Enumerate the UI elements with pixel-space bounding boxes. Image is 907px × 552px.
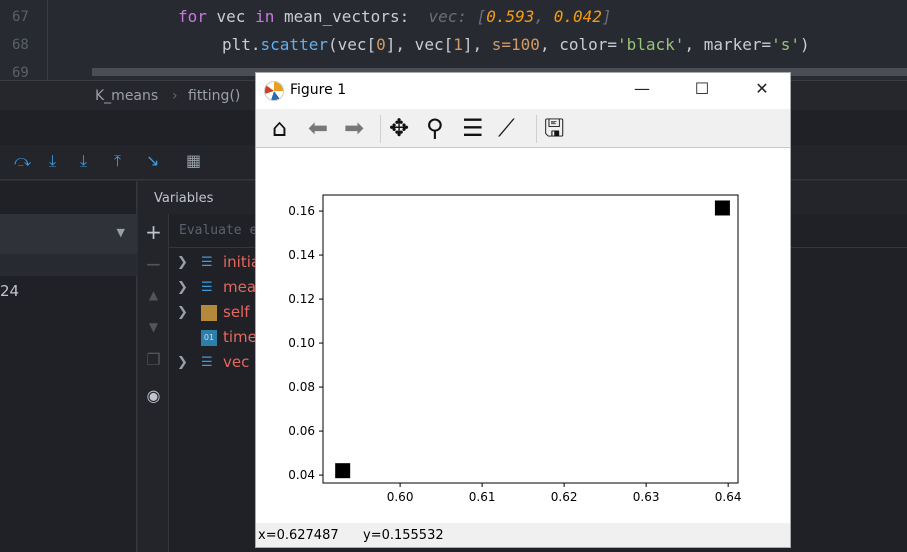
- evaluate-calculator-icon[interactable]: ▦: [186, 151, 201, 170]
- status-bar: x=0.627487 y=0.155532: [256, 523, 790, 547]
- x-tick-label: 0.62: [551, 490, 578, 504]
- list-icon: ☰: [201, 255, 213, 270]
- figure-window: Figure 1 — ☐ ✕ ⌂ ⬅ ➡ ✥ ⚲ ☰ ⟋ 🖫 0.60 0.61 0…: [255, 72, 791, 548]
- save-icon[interactable]: 🖫: [544, 114, 564, 142]
- y-tick-label: 0.08: [288, 380, 315, 394]
- list-icon: ☰: [201, 280, 213, 295]
- chevron-down-icon: ▼: [116, 226, 125, 239]
- move-up-icon[interactable]: ▲: [138, 288, 169, 302]
- chevron-right-icon[interactable]: ❯: [177, 280, 188, 295]
- chevron-right-icon[interactable]: ❯: [177, 255, 188, 270]
- x-tick-label: 0.60: [387, 490, 414, 504]
- inline-debug-hint: vec: [0.593, 0.042]: [428, 7, 612, 26]
- figure-toolbar: ⌂ ⬅ ➡ ✥ ⚲ ☰ ⟋ 🖫: [256, 109, 790, 148]
- code-editor[interactable]: 67 68 69 for vec in mean_vectors: vec: […: [0, 0, 907, 81]
- run-to-cursor-icon[interactable]: ↘: [146, 151, 159, 170]
- y-tick-label: 0.06: [288, 424, 315, 438]
- matplotlib-logo-icon: [264, 81, 284, 101]
- home-icon[interactable]: ⌂: [272, 114, 287, 142]
- step-over-icon[interactable]: ⤼: [14, 151, 31, 171]
- title-bar: Figure 1 — ☐ ✕: [256, 73, 790, 109]
- line-number: 67: [12, 9, 29, 25]
- subplots-config-icon[interactable]: ☰: [462, 114, 484, 142]
- axes-frame: [322, 194, 739, 484]
- code-line-67: for vec in mean_vectors: vec: [0.593, 0.…: [178, 7, 612, 26]
- chevron-right-icon[interactable]: ❯: [177, 355, 188, 370]
- breadcrumb-separator: ›: [172, 88, 178, 104]
- thread-selector[interactable]: ▼: [0, 214, 137, 254]
- frames-panel: ▼ 24: [0, 181, 137, 552]
- zoom-icon[interactable]: ⚲: [426, 114, 444, 142]
- step-out-icon[interactable]: ⤒: [114, 151, 121, 171]
- plot-canvas[interactable]: 0.60 0.61 0.62 0.63 0.64 0.04 0.06 0.08 0.10 0.12…: [256, 148, 790, 523]
- move-down-icon[interactable]: ▼: [138, 320, 169, 334]
- line-number: 68: [12, 37, 29, 53]
- x-tick-label: 0.61: [469, 490, 496, 504]
- maximize-button[interactable]: ☐: [687, 79, 717, 98]
- y-tick-label: 0.16: [288, 204, 315, 218]
- close-button[interactable]: ✕: [747, 79, 777, 98]
- cursor-y-readout: y=0.155532: [363, 528, 444, 543]
- variables-toolbar: + − ▲ ▼ ❐ ◉: [138, 214, 169, 552]
- breadcrumb-item[interactable]: fitting(): [188, 88, 240, 104]
- copy-icon[interactable]: ❐: [138, 350, 169, 369]
- object-icon: [201, 305, 217, 321]
- y-tick-label: 0.14: [288, 248, 315, 262]
- x-tick-label: 0.63: [633, 490, 660, 504]
- eye-icon[interactable]: ◉: [138, 386, 169, 405]
- x-tick-label: 0.64: [715, 490, 742, 504]
- breadcrumb-item[interactable]: K_means: [95, 88, 158, 104]
- cursor-x-readout: x=0.627487: [258, 528, 339, 543]
- line-gutter: 67 68 69: [0, 0, 48, 81]
- pan-icon[interactable]: ✥: [389, 114, 409, 142]
- list-icon: ☰: [201, 355, 213, 370]
- step-into-icon[interactable]: ⤓: [49, 151, 56, 171]
- back-arrow-icon[interactable]: ⬅: [308, 114, 328, 142]
- y-tick-label: 0.04: [288, 468, 315, 482]
- y-tick-label: 0.12: [288, 292, 315, 306]
- frame-value: 24: [0, 282, 20, 300]
- window-title: Figure 1: [290, 82, 347, 98]
- step-into-my-code-icon[interactable]: ⤓: [80, 151, 87, 171]
- code-line-68: plt.scatter(vec[0], vec[1], s=100, color…: [222, 35, 810, 54]
- chevron-right-icon[interactable]: ❯: [177, 305, 188, 320]
- frame-row[interactable]: [0, 254, 137, 276]
- y-tick-label: 0.10: [288, 336, 315, 350]
- remove-watch-icon[interactable]: −: [138, 252, 169, 276]
- line-number: 69: [12, 65, 29, 81]
- edit-axis-icon[interactable]: ⟋: [498, 114, 515, 142]
- scatter-point: [714, 200, 730, 216]
- add-watch-icon[interactable]: +: [138, 220, 169, 244]
- minimize-button[interactable]: —: [627, 79, 657, 98]
- forward-arrow-icon[interactable]: ➡: [344, 114, 364, 142]
- scatter-point: [335, 463, 351, 479]
- int-icon: 01: [201, 330, 217, 346]
